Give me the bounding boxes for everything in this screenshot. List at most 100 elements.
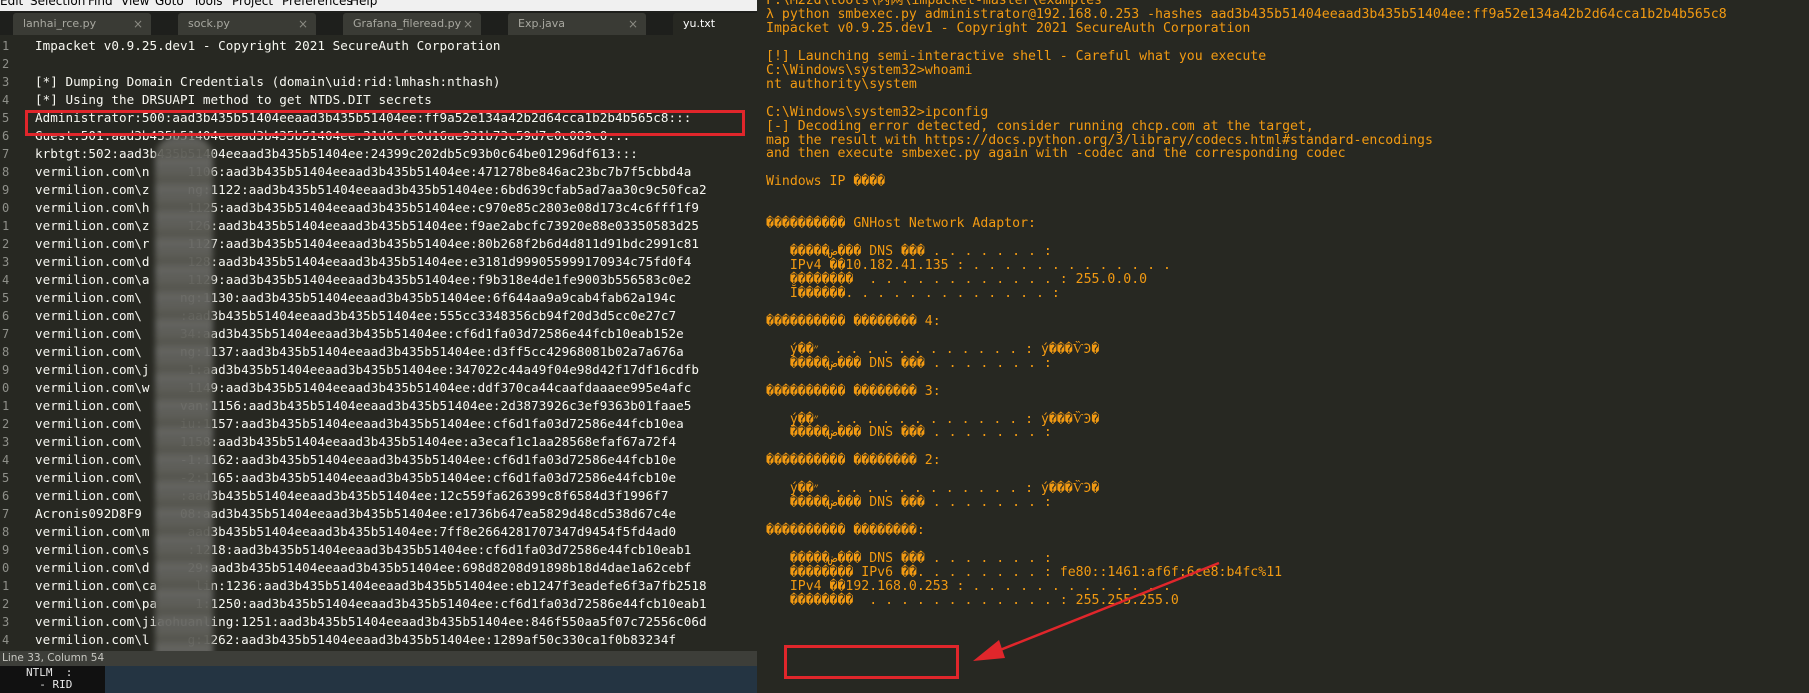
line-text: krbtgt:502:aad3b435b51404eeaad3b435b5140… bbox=[35, 146, 638, 161]
line-text: Impacket v0.9.25.dev1 - Copyright 2021 S… bbox=[35, 38, 501, 53]
line-number: 2 bbox=[2, 237, 10, 251]
code-line[interactable]: 6 vermilion.com\ :aad3b435b51404eeaad3b43… bbox=[0, 487, 757, 505]
line-text: vermilion.com\ :aad3b435b51404eeaad3b435… bbox=[35, 308, 677, 323]
line-number: 1 bbox=[2, 219, 10, 233]
line-text: vermilion.com\ 34:aad3b435b51404eeaad3b4… bbox=[35, 326, 684, 341]
terminal-line: �����ض��� DNS ��� . . . . . . . : bbox=[766, 355, 1052, 371]
terminal-line: ���������� ��������: bbox=[766, 523, 925, 539]
tab-exp-java[interactable]: Exp.java × bbox=[508, 13, 646, 35]
line-text: vermilion.com\ 1158:aad3b435b51404eeaad3… bbox=[35, 434, 677, 449]
code-line[interactable]: 9 vermilion.com\s :1218:aad3b435b51404eea… bbox=[0, 541, 757, 559]
close-icon[interactable]: × bbox=[133, 13, 143, 35]
code-line[interactable]: 0 vermilion.com\d 29:aad3b435b51404eeaad3… bbox=[0, 559, 757, 577]
menu-project[interactable]: Project bbox=[232, 0, 273, 8]
line-number: 5 bbox=[2, 471, 10, 485]
menu-preferences[interactable]: Preferences bbox=[282, 0, 353, 8]
menu-view[interactable]: View bbox=[121, 0, 149, 8]
line-text: vermilion.com\ iu:1157:aad3b435b51404eea… bbox=[35, 416, 684, 431]
code-line[interactable]: 8 vermilion.com\m aad3b435b51404eeaad3b43… bbox=[0, 523, 757, 541]
menu-edit[interactable]: Edit bbox=[0, 0, 23, 8]
line-number: 3 bbox=[2, 75, 10, 89]
terminal-line: �����ض��� DNS ��� . . . . . . . : bbox=[766, 425, 1052, 441]
line-number: 8 bbox=[2, 165, 10, 179]
tab-lanhai-rce[interactable]: lanhai_rce.py × bbox=[13, 13, 151, 35]
line-text: vermilion.com\a 1129:aad3b435b51404eeaad… bbox=[35, 272, 692, 287]
code-line[interactable]: 8 vermilion.com\ ng:1137:aad3b435b51404ee… bbox=[0, 343, 757, 361]
code-line[interactable]: 1 vermilion.com\z 126:aad3b435b51404eeaad… bbox=[0, 217, 757, 235]
code-line[interactable]: 6 vermilion.com\ :aad3b435b51404eeaad3b43… bbox=[0, 307, 757, 325]
line-number: 5 bbox=[2, 111, 10, 125]
code-line[interactable]: 0 vermilion.com\h 1125:aad3b435b51404eeaa… bbox=[0, 199, 757, 217]
line-text: vermilion.com\ ng:1137:aad3b435b51404eea… bbox=[35, 344, 684, 359]
line-number: 1 bbox=[2, 39, 10, 53]
code-line[interactable]: 3 [*] Dumping Domain Credentials (domain\… bbox=[0, 73, 757, 91]
menu-goto[interactable]: Goto bbox=[155, 0, 184, 8]
close-icon[interactable]: × bbox=[628, 13, 638, 35]
tab-label: Exp.java bbox=[518, 17, 565, 30]
menu-selection[interactable]: Selection bbox=[30, 0, 85, 8]
line-text: vermilion.com\ :aad3b435b51404eeaad3b435… bbox=[35, 488, 669, 503]
code-line[interactable]: 2 vermilion.com\r 1127:aad3b435b51404eeaa… bbox=[0, 235, 757, 253]
tab-label: yu.txt bbox=[683, 17, 716, 30]
code-line[interactable]: 3 vermilion.com\d 128:aad3b435b51404eeaad… bbox=[0, 253, 757, 271]
screenshot-root: Edit Selection Find View Goto Tools Proj… bbox=[0, 0, 1809, 693]
line-text: vermilion.com\ ng:1130:aad3b435b51404eea… bbox=[35, 290, 677, 305]
line-text: vermilion.com\j 1:aad3b435b51404eeaad3b4… bbox=[35, 362, 699, 377]
code-line[interactable]: 3 vermilion.com\jiaohuanling:1251:aad3b43… bbox=[0, 613, 757, 631]
line-number: 6 bbox=[2, 489, 10, 503]
tab-label: sock.py bbox=[188, 17, 230, 30]
line-number: 3 bbox=[2, 255, 10, 269]
tab-sock[interactable]: sock.py × bbox=[178, 13, 316, 35]
menu-find[interactable]: Find bbox=[88, 0, 113, 8]
snippet-line: - RID bbox=[26, 678, 73, 691]
line-text: vermilion.com\ -2:1165:aad3b435b51404eea… bbox=[35, 470, 677, 485]
terminal-line: ���������� �������� 4: bbox=[766, 313, 941, 329]
line-text: vermilion.com\ van:1156:aad3b435b51404ee… bbox=[35, 398, 692, 413]
code-line[interactable]: 7 vermilion.com\ 34:aad3b435b51404eeaad3b… bbox=[0, 325, 757, 343]
close-icon[interactable]: × bbox=[298, 13, 308, 35]
code-line[interactable]: 8 vermilion.com\n 1106:aad3b435b51404eeaa… bbox=[0, 163, 757, 181]
code-line[interactable]: 5 vermilion.com\ ng:1130:aad3b435b51404ee… bbox=[0, 289, 757, 307]
line-text: [*] Dumping Domain Credentials (domain\u… bbox=[35, 74, 501, 89]
code-line[interactable]: 3 vermilion.com\ 1158:aad3b435b51404eeaad… bbox=[0, 433, 757, 451]
line-number: 6 bbox=[2, 309, 10, 323]
code-line[interactable]: 1 Impacket v0.9.25.dev1 - Copyright 2021 … bbox=[0, 37, 757, 55]
code-line[interactable]: 4 vermilion.com\l g:1262:aad3b435b51404ee… bbox=[0, 631, 757, 649]
line-number: 0 bbox=[2, 201, 10, 215]
code-line[interactable]: 7 krbtgt:502:aad3b435b51404eeaad3b435b514… bbox=[0, 145, 757, 163]
code-line[interactable]: 9 vermilion.com\z ng:1122:aad3b435b51404e… bbox=[0, 181, 757, 199]
code-line[interactable]: 4 vermilion.com\a 1129:aad3b435b51404eeaa… bbox=[0, 271, 757, 289]
tab-label: lanhai_rce.py bbox=[23, 17, 97, 30]
line-text: vermilion.com\pa 1:1250:aad3b435b51404ee… bbox=[35, 596, 707, 611]
menu-tools[interactable]: Tools bbox=[193, 0, 223, 8]
code-line[interactable]: 2 vermilion.com\ iu:1157:aad3b435b51404ee… bbox=[0, 415, 757, 433]
menu-help[interactable]: Help bbox=[350, 0, 377, 8]
code-line[interactable]: 1 vermilion.com\ van:1156:aad3b435b51404e… bbox=[0, 397, 757, 415]
code-line[interactable]: 2 vermilion.com\pa 1:1250:aad3b435b51404e… bbox=[0, 595, 757, 613]
terminal-line: ���������� GNHost Network Adaptor: bbox=[766, 216, 1036, 232]
code-line[interactable]: 5 vermilion.com\ -2:1165:aad3b435b51404ee… bbox=[0, 469, 757, 487]
tab-grafana-fileread[interactable]: Grafana_fileread.py × bbox=[343, 13, 481, 35]
line-number: 3 bbox=[2, 435, 10, 449]
line-text: vermilion.com\l g:1262:aad3b435b51404eea… bbox=[35, 632, 677, 647]
line-number: 6 bbox=[2, 129, 10, 143]
terminal-line: Impacket v0.9.25.dev1 - Copyright 2021 S… bbox=[766, 20, 1251, 36]
line-text: vermilion.com\w 1149:aad3b435b51404eeaad… bbox=[35, 380, 692, 395]
close-icon[interactable]: × bbox=[463, 13, 473, 35]
line-number: 9 bbox=[2, 543, 10, 557]
code-line[interactable]: 7 Acronis092D8F9 08:aad3b435b51404eeaad3b… bbox=[0, 505, 757, 523]
line-text: vermilion.com\n 1106:aad3b435b51404eeaad… bbox=[35, 164, 692, 179]
menu-bar: Edit Selection Find View Goto Tools Proj… bbox=[0, 0, 757, 11]
line-number: 9 bbox=[2, 183, 10, 197]
tab-yu-txt[interactable]: yu.txt bbox=[673, 13, 757, 35]
code-line[interactable]: 2 bbox=[0, 55, 757, 73]
tab-bar: lanhai_rce.py × sock.py × Grafana_filere… bbox=[0, 11, 757, 35]
code-line[interactable]: 4 vermilion.com\ -1:1162:aad3b435b51404ee… bbox=[0, 451, 757, 469]
code-line[interactable]: 0 vermilion.com\w 1149:aad3b435b51404eeaa… bbox=[0, 379, 757, 397]
code-line[interactable]: 9 vermilion.com\j 1:aad3b435b51404eeaad3b… bbox=[0, 361, 757, 379]
line-text: vermilion.com\h 1125:aad3b435b51404eeaad… bbox=[35, 200, 699, 215]
line-number: 7 bbox=[2, 327, 10, 341]
terminal-window[interactable]: F:\M2zd\tools\内网\impacket-master\example… bbox=[757, 0, 1809, 693]
code-line[interactable]: 1 vermilion.com\ca lin:1236:aad3b435b5140… bbox=[0, 577, 757, 595]
code-line[interactable]: 4 [*] Using the DRSUAPI method to get NTD… bbox=[0, 91, 757, 109]
